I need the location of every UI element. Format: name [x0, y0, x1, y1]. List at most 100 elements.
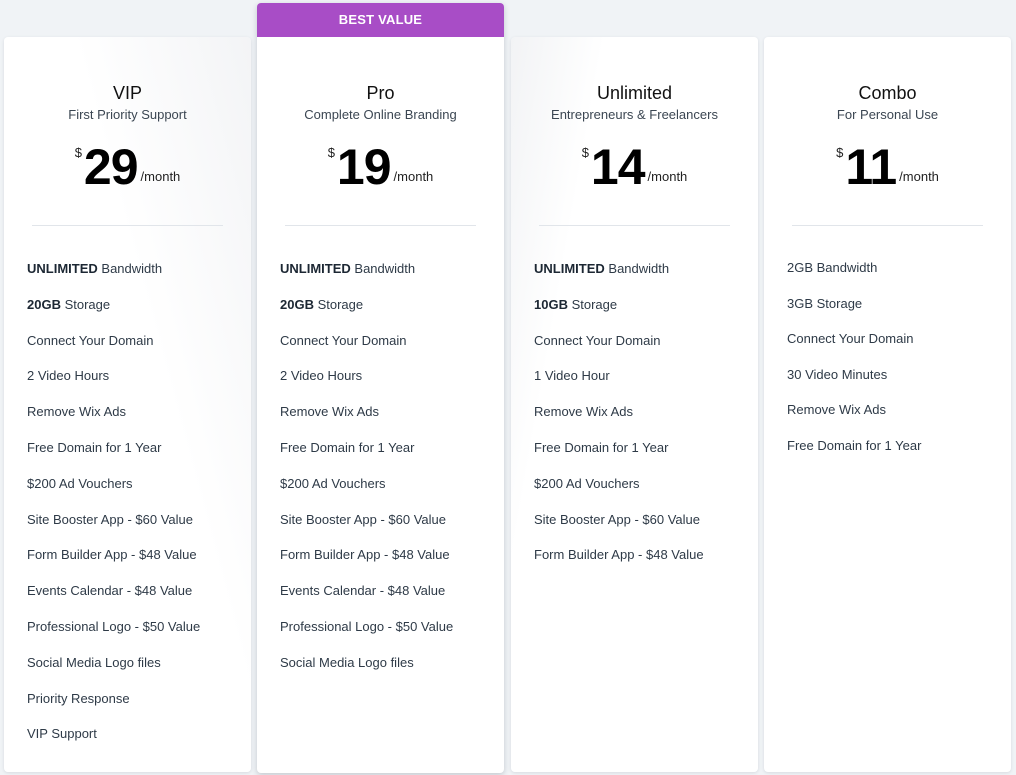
feature-text: Social Media Logo files	[280, 654, 414, 670]
feature-text: Social Media Logo files	[27, 654, 161, 670]
feature-item: Connect Your Domain	[787, 330, 1011, 366]
feature-text: Site Booster App - $60 Value	[280, 511, 446, 527]
feature-text: 1 Video Hour	[534, 368, 610, 384]
feature-text: Connect Your Domain	[280, 332, 407, 348]
feature-text: Professional Logo - $50 Value	[27, 618, 201, 634]
feature-item: $200 Ad Vouchers	[280, 475, 504, 511]
plan-name: Combo	[858, 83, 917, 103]
feature-highlight: 20GB	[280, 296, 314, 312]
feature-item: Remove Wix Ads	[27, 403, 251, 439]
feature-item: Site Booster App - $60 Value	[534, 511, 758, 547]
feature-text: Connect Your Domain	[787, 331, 914, 347]
feature-item: Priority Response	[27, 690, 251, 726]
plan-name: VIP	[112, 83, 142, 103]
feature-item: Form Builder App - $48 Value	[280, 546, 504, 582]
price-amount: 19	[336, 139, 392, 195]
feature-text: Remove Wix Ads	[280, 404, 379, 420]
feature-text: Free Domain for 1 Year	[787, 437, 922, 453]
feature-text: $200 Ad Vouchers	[27, 475, 133, 491]
feature-text: Bandwidth	[97, 261, 163, 276]
feature-text: VIP Support	[27, 726, 97, 742]
feature-item: Social Media Logo files	[27, 654, 251, 690]
feature-item: Social Media Logo files	[280, 654, 504, 690]
feature-item: Free Domain for 1 Year	[534, 439, 758, 475]
feature-text: Remove Wix Ads	[27, 404, 126, 420]
feature-text: Form Builder App - $48 Value	[27, 547, 197, 563]
currency-symbol: $	[74, 145, 82, 160]
feature-text: Bandwidth	[604, 261, 670, 276]
feature-text: Remove Wix Ads	[534, 404, 633, 420]
feature-item: UNLIMITED Bandwidth	[27, 260, 251, 296]
feature-item: 2 Video Hours	[27, 367, 251, 403]
pricing-plans: VIP First Priority Support $ 29 /month U…	[0, 0, 1016, 775]
plan-card-unlimited[interactable]: Unlimited Entrepreneurs & Freelancers $ …	[511, 37, 758, 772]
feature-item: Connect Your Domain	[534, 332, 758, 368]
plan-header: Combo For Personal Use $ 11 /month	[764, 37, 1011, 195]
feature-list: UNLIMITED Bandwidth 20GB Storage Connect Y…	[257, 226, 504, 690]
feature-item: 2 Video Hours	[280, 367, 504, 403]
feature-item: 10GB Storage	[534, 296, 758, 332]
feature-text: 2 Video Hours	[27, 368, 110, 384]
plan-card-combo[interactable]: Combo For Personal Use $ 11 /month 2GB B…	[764, 37, 1011, 772]
feature-item: Events Calendar - $48 Value	[280, 582, 504, 618]
feature-item: Connect Your Domain	[280, 332, 504, 368]
plan-tagline: For Personal Use	[836, 107, 939, 122]
feature-text: Form Builder App - $48 Value	[280, 547, 450, 563]
plan-price: $ 19 /month	[257, 139, 504, 195]
feature-item: 30 Video Minutes	[787, 366, 1011, 402]
feature-text: Priority Response	[27, 690, 130, 706]
plan-name: Pro	[366, 83, 395, 103]
currency-symbol: $	[581, 145, 589, 160]
feature-highlight: 10GB	[534, 296, 568, 312]
plan-price: $ 14 /month	[511, 139, 758, 195]
feature-item: Free Domain for 1 Year	[787, 437, 1011, 473]
feature-text: Form Builder App - $48 Value	[534, 547, 704, 563]
feature-text: Remove Wix Ads	[787, 402, 886, 418]
feature-highlight: UNLIMITED	[27, 261, 98, 276]
feature-text: 2GB Bandwidth	[787, 260, 878, 275]
feature-item: Professional Logo - $50 Value	[280, 618, 504, 654]
feature-item: Remove Wix Ads	[787, 401, 1011, 437]
feature-text: Bandwidth	[350, 261, 416, 276]
price-period: /month	[899, 169, 939, 184]
feature-text: Storage	[60, 296, 111, 312]
feature-text: Site Booster App - $60 Value	[27, 511, 193, 527]
feature-item: Site Booster App - $60 Value	[27, 511, 251, 547]
plan-name: Unlimited	[596, 83, 673, 103]
feature-item: Free Domain for 1 Year	[27, 439, 251, 475]
plan-card-vip[interactable]: VIP First Priority Support $ 29 /month U…	[4, 37, 251, 772]
feature-text: Storage	[567, 296, 618, 312]
feature-text: Free Domain for 1 Year	[27, 439, 162, 455]
plan-tagline: Complete Online Branding	[304, 107, 457, 122]
plan-tagline: First Priority Support	[68, 107, 187, 122]
feature-text: Events Calendar - $48 Value	[280, 583, 446, 599]
feature-item: $200 Ad Vouchers	[27, 475, 251, 511]
feature-highlight: 20GB	[27, 296, 61, 312]
feature-highlight: UNLIMITED	[280, 261, 351, 276]
feature-list: UNLIMITED Bandwidth 10GB Storage Connect Y…	[511, 226, 758, 582]
feature-item: 20GB Storage	[280, 296, 504, 332]
plan-tagline: Entrepreneurs & Freelancers	[551, 107, 718, 122]
feature-item: Remove Wix Ads	[534, 403, 758, 439]
feature-item: 2GB Bandwidth	[787, 259, 1011, 295]
price-period: /month	[140, 169, 181, 184]
feature-item: 20GB Storage	[27, 296, 251, 332]
feature-item: 1 Video Hour	[534, 367, 758, 403]
currency-symbol: $	[327, 145, 335, 160]
feature-item: Site Booster App - $60 Value	[280, 511, 504, 547]
currency-symbol: $	[836, 145, 844, 160]
feature-text: Connect Your Domain	[534, 332, 661, 348]
feature-item: Events Calendar - $48 Value	[27, 582, 251, 618]
price-amount: 14	[590, 139, 646, 195]
feature-item: VIP Support	[27, 725, 251, 761]
feature-text: Storage	[313, 296, 364, 312]
feature-item: $200 Ad Vouchers	[534, 475, 758, 511]
feature-text: Professional Logo - $50 Value	[280, 618, 454, 634]
price-amount: 29	[83, 139, 139, 195]
feature-list: UNLIMITED Bandwidth 20GB Storage Connect Y…	[4, 226, 251, 761]
best-value-ribbon: BEST VALUE	[257, 3, 504, 37]
plan-card-pro[interactable]: BEST VALUE Pro Complete Online Branding …	[257, 3, 504, 773]
price-period: /month	[393, 169, 434, 184]
plan-price: $ 11 /month	[764, 139, 1011, 195]
price-amount: 11	[845, 139, 897, 195]
